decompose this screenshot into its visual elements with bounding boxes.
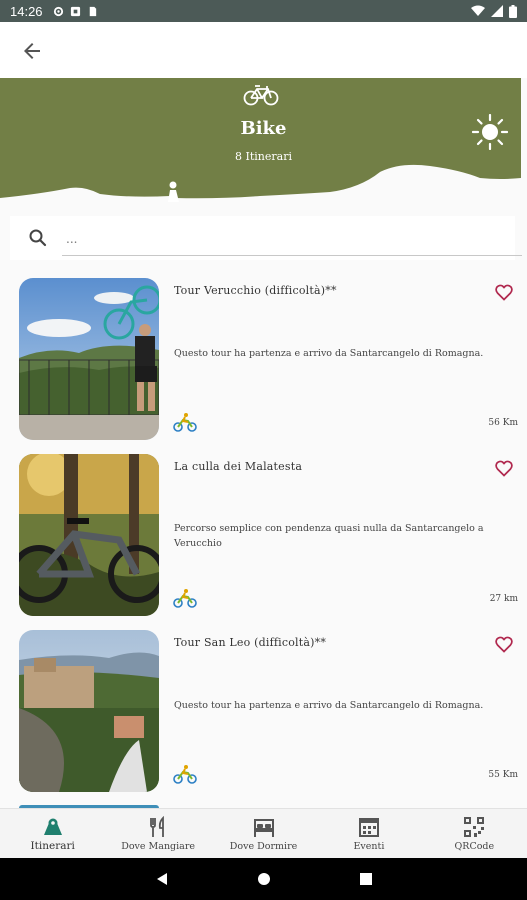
cyclist-icon — [173, 589, 197, 608]
tab-dove-dormire[interactable]: Dove Dormire — [211, 809, 316, 858]
category-header: Bike 8 Itinerari — [0, 78, 521, 202]
tab-label: QRCode — [454, 841, 495, 852]
tab-eventi[interactable]: Eventi — [316, 809, 421, 858]
tab-dove-mangiare[interactable]: Dove Mangiare — [105, 809, 210, 858]
favorite-heart-icon[interactable] — [495, 460, 513, 477]
tab-label: Dove Mangiare — [121, 841, 196, 852]
cutlery-icon — [150, 816, 165, 837]
favorite-heart-icon[interactable] — [495, 284, 513, 301]
itinerary-photo — [19, 630, 159, 792]
itinerary-card[interactable]: Tour Verucchio (difficoltà)** Questo tou… — [0, 278, 527, 444]
record-icon — [70, 6, 80, 16]
itinerary-distance: 56 Km — [488, 418, 518, 428]
cyclist-icon — [173, 413, 197, 432]
nav-back-icon[interactable] — [155, 872, 169, 886]
itinerary-distance: 55 Km — [488, 770, 518, 780]
status-bar: 14:26 — [0, 0, 527, 22]
sun-icon — [472, 114, 508, 150]
itinerary-title: La culla dei Malatesta — [174, 460, 303, 473]
itinerary-title: Tour San Leo (difficoltà)** — [174, 636, 327, 649]
tab-label: Dove Dormire — [229, 841, 298, 852]
app-bar — [0, 22, 527, 78]
itinerary-card[interactable]: La culla dei Malatesta Percorso semplice… — [0, 454, 527, 620]
tab-label: Eventi — [353, 841, 385, 852]
signal-icon — [491, 5, 503, 17]
sd-card-icon — [89, 6, 96, 16]
itinerary-title: Tour Verucchio (difficoltà)** — [174, 284, 337, 297]
itinerary-distance: 27 km — [489, 594, 518, 604]
qrcode-icon — [464, 817, 485, 837]
battery-icon — [509, 4, 517, 18]
status-time: 14:26 — [10, 3, 43, 19]
mountains-illustration — [0, 164, 521, 202]
itinerary-description: Percorso semplice con pendenza quasi nul… — [174, 523, 484, 549]
system-nav-bar — [0, 858, 527, 900]
tab-itinerari[interactable]: Itinerari — [0, 809, 105, 858]
bed-icon — [253, 819, 274, 837]
itinerary-photo — [19, 454, 159, 616]
calendar-icon — [358, 818, 379, 837]
nav-home-icon[interactable] — [257, 872, 271, 886]
itinerary-card[interactable]: Tour San Leo (difficoltà)** Questo tour … — [0, 630, 527, 796]
itinerary-description: Questo tour ha partenza e arrivo da Sant… — [174, 348, 484, 359]
bicycle-icon — [243, 85, 279, 106]
itinerary-description: Questo tour ha partenza e arrivo da Sant… — [174, 700, 484, 711]
itinerary-photo — [19, 278, 159, 440]
tab-qrcode[interactable]: QRCode — [422, 809, 527, 858]
back-arrow-icon[interactable] — [20, 39, 44, 63]
favorite-heart-icon[interactable] — [495, 636, 513, 653]
wifi-icon — [471, 5, 485, 16]
map-marker-icon — [43, 818, 62, 835]
search-bar — [10, 216, 522, 260]
tab-label: Itinerari — [30, 840, 75, 852]
nav-recents-icon[interactable] — [359, 872, 373, 886]
bottom-tab-bar: Itinerari Dove Mangiare Dove Dormire Eve… — [0, 808, 527, 858]
settings-icon — [53, 6, 63, 16]
cyclist-icon — [173, 765, 197, 784]
search-input[interactable] — [62, 222, 522, 256]
category-title: Bike — [240, 118, 287, 139]
search-icon — [29, 229, 47, 247]
